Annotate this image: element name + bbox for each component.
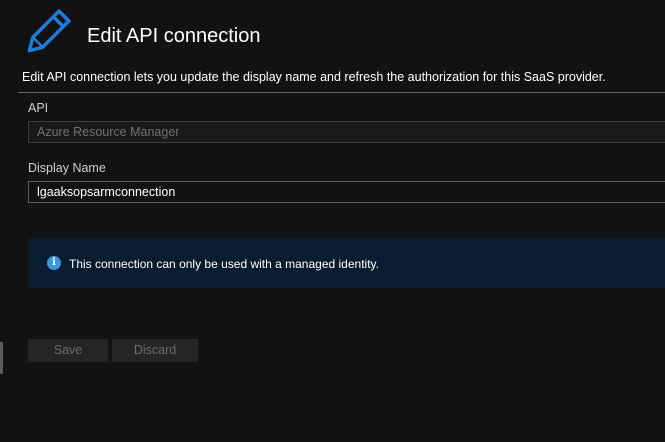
discard-button[interactable]: Discard [112,339,198,362]
info-icon: i [47,256,61,270]
page-description: Edit API connection lets you update the … [22,70,606,84]
display-name-input[interactable] [28,181,665,203]
api-input[interactable] [28,121,665,143]
page-header: Edit API connection [0,0,665,70]
page-title: Edit API connection [87,25,261,47]
save-button[interactable]: Save [28,339,108,362]
header-divider [18,92,665,93]
pencil-icon [27,9,71,53]
managed-identity-info-banner: i This connection can only be used with … [28,238,665,288]
api-label: API [28,101,49,115]
display-name-label: Display Name [28,161,106,175]
info-message: This connection can only be used with a … [69,257,379,271]
panel-resize-handle[interactable] [0,342,3,374]
edit-api-connection-page: Edit API connection Edit API connection … [0,0,665,442]
